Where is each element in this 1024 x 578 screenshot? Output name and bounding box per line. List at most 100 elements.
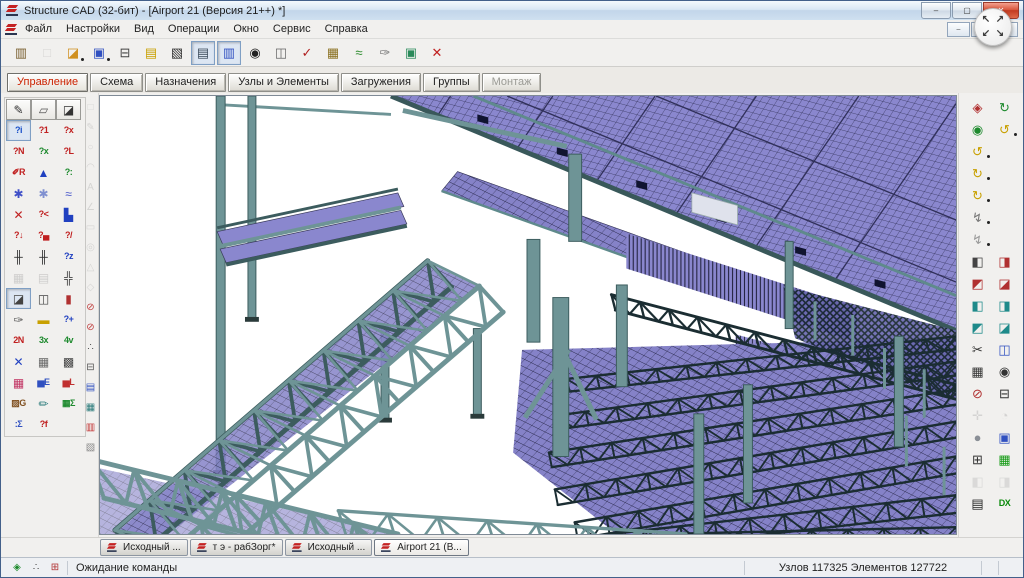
menu-service[interactable]: Сервис [266, 22, 318, 36]
new-project-button[interactable]: ▥ [9, 41, 33, 65]
cross-axes-b-button[interactable]: ╫ [31, 246, 56, 267]
cube-shift-right-button[interactable]: ◪ [991, 272, 1018, 294]
strip-block-red-button[interactable]: ▥ [82, 419, 99, 436]
cube-pan-4-button[interactable]: ◪ [991, 316, 1018, 338]
menu-file[interactable]: Файл [18, 22, 59, 36]
cut-solid-button[interactable]: ◪ [6, 288, 31, 309]
tab-scheme[interactable]: Схема [90, 73, 143, 92]
node-info-button[interactable]: ?i [6, 120, 31, 141]
cube-wire-button[interactable]: ◫ [31, 288, 56, 309]
render-settings-button[interactable]: ▣ [991, 426, 1018, 448]
sketch-tool-button[interactable]: ✑ [373, 41, 397, 65]
image-export-button[interactable]: ▣ [399, 41, 423, 65]
zoom-in-button[interactable]: ◉ [991, 360, 1018, 382]
section-3x-button[interactable]: 3x [31, 330, 56, 351]
open-project-button[interactable]: ◪ [61, 41, 85, 65]
brush-wide-button[interactable]: ✏ [31, 393, 56, 414]
spin-view-button[interactable]: ◈ [964, 96, 991, 118]
cube-pan-3-button[interactable]: ◩ [964, 316, 991, 338]
pencil-tool-button[interactable]: ✎ [6, 99, 31, 120]
fly-mode-button[interactable]: ↯ [964, 228, 991, 250]
model-canvas[interactable] [99, 95, 957, 535]
eraser-tool-button[interactable]: ▱ [31, 99, 56, 120]
menu-help[interactable]: Справка [318, 22, 375, 36]
levels-l-button[interactable]: ▅L [56, 372, 81, 393]
net-dots-button[interactable]: ▦ [31, 351, 56, 372]
mesh-green-button[interactable]: ▦ [991, 448, 1018, 470]
load-distributed-button[interactable]: ?/ [56, 225, 81, 246]
strip-blocks-1-button[interactable]: ▤ [82, 379, 99, 396]
show-panels-button[interactable]: ▤ [191, 41, 215, 65]
beam-bench-button[interactable]: ▙ [56, 204, 81, 225]
rotate-x-button[interactable]: ↺ [991, 118, 1018, 140]
scale-values-button[interactable]: ⊞ [964, 448, 991, 470]
node-z-query-button[interactable]: ?z [56, 246, 81, 267]
cube-pan-2-button[interactable]: ◨ [991, 294, 1018, 316]
strip-block-gray-button[interactable]: ▧ [82, 439, 99, 456]
strip-noprint-button[interactable]: ⊘ [82, 319, 99, 336]
print-button[interactable]: ⊟ [113, 41, 137, 65]
dxf-export-button[interactable]: DX [991, 492, 1018, 514]
strip-blocks-2-button[interactable]: ▦ [82, 399, 99, 416]
axes-cross-2-button[interactable]: ✱ [31, 183, 56, 204]
tab-groups[interactable]: Группы [423, 73, 480, 92]
project-notes-button[interactable]: ▤ [139, 41, 163, 65]
cube-pan-1-button[interactable]: ◧ [964, 294, 991, 316]
cross-axes-a-button[interactable]: ╫ [6, 246, 31, 267]
axes-cross-1-button[interactable]: ✱ [6, 183, 31, 204]
status-model-button[interactable]: ◈ [9, 560, 25, 576]
status-grid-button[interactable]: ⊞ [47, 560, 63, 576]
menu-operations[interactable]: Операции [161, 22, 226, 36]
fence-fragment-button[interactable]: ▦ [964, 360, 991, 382]
doc-tab-3[interactable]: Исходный ... [285, 539, 373, 556]
list-sum-button[interactable]: :Σ [6, 414, 31, 435]
element-number-button[interactable]: ?x [56, 120, 81, 141]
query-f-button[interactable]: ?f [31, 414, 56, 435]
projection-windows-button[interactable]: ◫ [991, 338, 1018, 360]
node-number-button[interactable]: ?1 [31, 120, 56, 141]
angle-query-button[interactable]: ?< [31, 204, 56, 225]
brush-tool-button[interactable]: ✑ [6, 309, 31, 330]
x-cross-button[interactable]: ✕ [6, 351, 31, 372]
show-model-button[interactable]: ▥ [217, 41, 241, 65]
section-4v-button[interactable]: 4v [56, 330, 81, 351]
load-node-button[interactable]: ?↓ [6, 225, 31, 246]
table-input-button[interactable]: ✓ [295, 41, 319, 65]
calc-scheme-button[interactable]: ▧ [165, 41, 189, 65]
planes-tool-button[interactable]: ≈ [56, 183, 81, 204]
menu-settings[interactable]: Настройки [59, 22, 127, 36]
element-length-button[interactable]: ?L [56, 141, 81, 162]
node-xyz-button[interactable]: ?x [31, 141, 56, 162]
strip-nozoom-button[interactable]: ⊘ [82, 299, 99, 316]
strip-printer-button[interactable]: ⊟ [82, 359, 99, 376]
section-2n-button[interactable]: 2N [6, 330, 31, 351]
copy-fragment-button[interactable]: ◫ [269, 41, 293, 65]
flag-tool-button[interactable]: ▮ [56, 288, 81, 309]
table-results-button[interactable]: ▦ [321, 41, 345, 65]
print-view-button[interactable]: ⊟ [991, 382, 1018, 404]
group-query-button[interactable]: ?: [56, 162, 81, 183]
doc-tab-2[interactable]: т э - рабЗорг* [190, 539, 283, 556]
orbit-horizontal-button[interactable]: ◉ [964, 118, 991, 140]
truss-apex-button[interactable]: ▲ [31, 162, 56, 183]
stairs-query-button[interactable]: ?+ [56, 309, 81, 330]
solid-fragment-tool-button[interactable]: ◪ [56, 99, 81, 120]
grid-sum-button[interactable]: ▦Σ [56, 393, 81, 414]
net-fill-button[interactable]: ▩ [56, 351, 81, 372]
cut-fragment-button[interactable]: ✂ [964, 338, 991, 360]
cube-shift-up-button[interactable]: ◩ [964, 272, 991, 294]
rotate-z-button[interactable]: ↻ [964, 162, 991, 184]
menu-view[interactable]: Вид [127, 22, 161, 36]
slab-yellow-button[interactable]: ▬ [31, 309, 56, 330]
minimize-button[interactable]: – [921, 2, 951, 19]
snapshot-camera-button[interactable]: ◉ [243, 41, 267, 65]
doc-tab-4-active[interactable]: Airport 21 (В... [374, 539, 468, 556]
exit-door-button[interactable]: ✕ [425, 41, 449, 65]
walk-mode-button[interactable]: ↯ [964, 206, 991, 228]
saw-grid-button[interactable]: ▨G [6, 393, 31, 414]
menu-window[interactable]: Окно [226, 22, 266, 36]
strip-dots-button[interactable]: ∴ [82, 339, 99, 356]
measure-cross-button[interactable]: ✕ [6, 204, 31, 225]
color-map-button[interactable]: ▦ [6, 372, 31, 393]
tab-loadings[interactable]: Загружения [341, 73, 421, 92]
